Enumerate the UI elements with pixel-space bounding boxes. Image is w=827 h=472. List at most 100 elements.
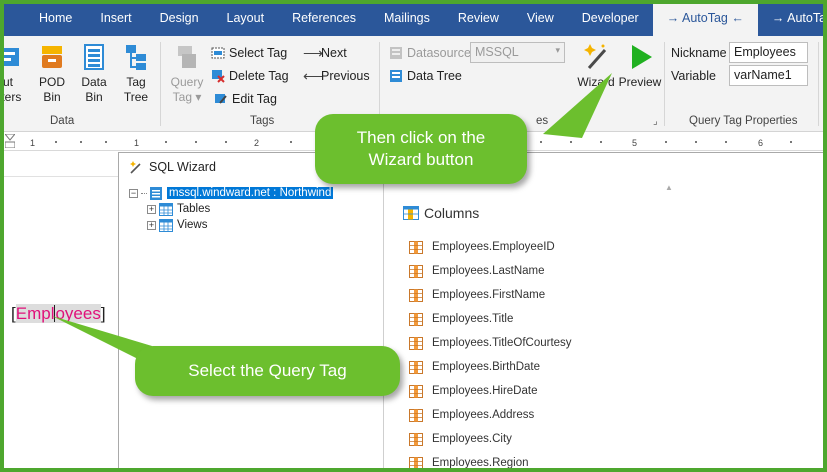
tag-tree-button[interactable]: Tag Tree xyxy=(114,42,158,105)
arrow-left-icon: ⟵ xyxy=(303,68,324,84)
column-label: Employees.FirstName xyxy=(432,289,546,301)
columns-icon xyxy=(403,206,419,220)
column-item[interactable]: Employees.Address xyxy=(409,407,534,423)
callout-text-line2: Wizard button xyxy=(368,150,474,169)
data-tree-icon xyxy=(390,70,402,82)
column-item[interactable]: Employees.HireDate xyxy=(409,383,537,399)
variable-label: Variable xyxy=(671,69,716,83)
datasource-label-wrap: Datasource xyxy=(389,43,471,63)
edit-tag-label: Edit Tag xyxy=(232,92,277,106)
column-icon xyxy=(409,384,423,398)
select-tag-label: Select Tag xyxy=(229,46,288,60)
column-item[interactable]: Employees.LastName xyxy=(409,263,545,279)
pod-bin-button[interactable]: POD Bin xyxy=(30,42,74,105)
expand-icon[interactable]: + xyxy=(147,204,156,214)
ribbon-separator xyxy=(664,42,665,126)
database-icon xyxy=(150,186,162,200)
preview-label: Preview xyxy=(618,75,662,89)
column-item[interactable]: Employees.EmployeeID xyxy=(409,239,555,255)
next-tag-button[interactable]: ⟶ Next xyxy=(303,43,347,63)
tab-view[interactable]: View xyxy=(513,0,568,36)
tree-node-tables[interactable]: + Tables xyxy=(147,201,210,217)
data-group-label: Data xyxy=(50,115,75,127)
ruler-dot xyxy=(165,141,167,143)
select-tag-button[interactable]: Select Tag xyxy=(211,43,287,63)
columns-header-label: Columns xyxy=(424,205,480,221)
pod-bin-icon xyxy=(42,46,62,68)
parameters-icon xyxy=(0,48,19,66)
ruler-dot xyxy=(665,141,667,143)
column-label: Employees.HireDate xyxy=(432,385,538,397)
ruler-dot xyxy=(540,141,542,143)
column-item[interactable]: Employees.Region xyxy=(409,455,529,471)
delete-tag-button[interactable]: Delete Tag xyxy=(211,66,289,86)
column-item[interactable]: Employees.Title xyxy=(409,311,513,327)
column-icon xyxy=(409,432,423,446)
callout-text-line1: Then click on the xyxy=(356,128,486,147)
tree-root-node[interactable]: − mssql.windward.net : Northwind xyxy=(129,185,334,201)
column-label: Employees.Region xyxy=(432,457,529,469)
data-bin-button[interactable]: Data Bin xyxy=(72,42,116,105)
tab-references[interactable]: References xyxy=(278,0,370,36)
ribbon-separator xyxy=(160,42,161,126)
tab-developer[interactable]: Developer xyxy=(568,0,653,36)
ruler-dot xyxy=(695,141,697,143)
tree-root-label: mssql.windward.net : Northwind xyxy=(167,187,334,199)
collapse-icon[interactable]: − xyxy=(129,188,138,198)
query-tag-properties-label: Query Tag Properties xyxy=(689,115,798,127)
query-tag-button[interactable]: Query Tag ▾ xyxy=(165,42,209,105)
column-label: Employees.Title xyxy=(432,313,514,325)
tab-autotag-more[interactable]: → AutoTag M xyxy=(758,0,827,36)
tag-tree-icon xyxy=(126,45,146,70)
data-tree-button[interactable]: Data Tree xyxy=(389,66,462,86)
column-item[interactable]: Employees.FirstName xyxy=(409,287,545,303)
datasource-select[interactable]: MSSQL ▾ xyxy=(470,42,565,63)
ruler-dot xyxy=(600,141,602,143)
preview-button[interactable]: Preview xyxy=(617,42,663,90)
delete-tag-label: Delete Tag xyxy=(229,69,289,83)
tab-autotag[interactable]: → AutoTag ← xyxy=(652,0,758,36)
column-label: Employees.City xyxy=(432,433,512,445)
tab-mailings[interactable]: Mailings xyxy=(370,0,444,36)
edit-tag-icon xyxy=(215,94,227,104)
magic-wand-icon xyxy=(130,160,141,174)
query-tag-text-start: Empl xyxy=(15,304,55,323)
magic-wand-icon xyxy=(584,44,607,69)
table-icon xyxy=(159,202,173,216)
data-bin-label-2: Bin xyxy=(85,90,103,104)
tab-home[interactable]: Home xyxy=(25,0,86,36)
query-tag-label-2: Tag ▾ xyxy=(172,90,202,104)
dialog-launcher-icon[interactable]: ⌟ xyxy=(653,116,658,127)
column-label: Employees.Address xyxy=(432,409,535,421)
edit-tag-button[interactable]: Edit Tag xyxy=(214,89,277,109)
tab-insert[interactable]: Insert xyxy=(86,0,145,36)
ruler-dot xyxy=(195,141,197,143)
tab-design[interactable]: Design xyxy=(146,0,213,36)
ruler-number: 1 xyxy=(134,138,140,148)
parameters-button[interactable]: ut eters xyxy=(0,42,30,105)
column-label: Employees.BirthDate xyxy=(432,361,541,373)
previous-label: Previous xyxy=(321,69,370,83)
previous-tag-button[interactable]: ⟵ Previous xyxy=(303,66,370,86)
ribbon-separator xyxy=(818,42,819,126)
ruler-number: 1 xyxy=(30,138,36,148)
tab-review[interactable]: Review xyxy=(444,0,513,36)
nickname-input[interactable]: Employees xyxy=(729,42,808,63)
tags-group-label: Tags xyxy=(250,115,275,127)
wizard-title: SQL Wizard xyxy=(149,159,216,174)
scroll-up-icon[interactable]: ▲ xyxy=(665,183,673,192)
column-item[interactable]: Employees.TitleOfCourtesy xyxy=(409,335,572,351)
columns-header: Columns xyxy=(403,205,479,221)
column-item[interactable]: Employees.City xyxy=(409,431,512,447)
tree-node-views[interactable]: + Views xyxy=(147,217,207,233)
expand-icon[interactable]: + xyxy=(147,220,156,230)
ruler-dot xyxy=(80,141,82,143)
datasource-value: MSSQL xyxy=(475,45,519,59)
data-bin-icon xyxy=(84,44,104,70)
ruler-indent-marker-icon[interactable] xyxy=(5,134,15,148)
column-icon xyxy=(409,264,423,278)
tab-layout[interactable]: Layout xyxy=(213,0,279,36)
variable-input[interactable]: varName1 xyxy=(729,65,808,86)
column-item[interactable]: Employees.BirthDate xyxy=(409,359,540,375)
query-tag-hint-callout: Select the Query Tag xyxy=(135,346,400,396)
